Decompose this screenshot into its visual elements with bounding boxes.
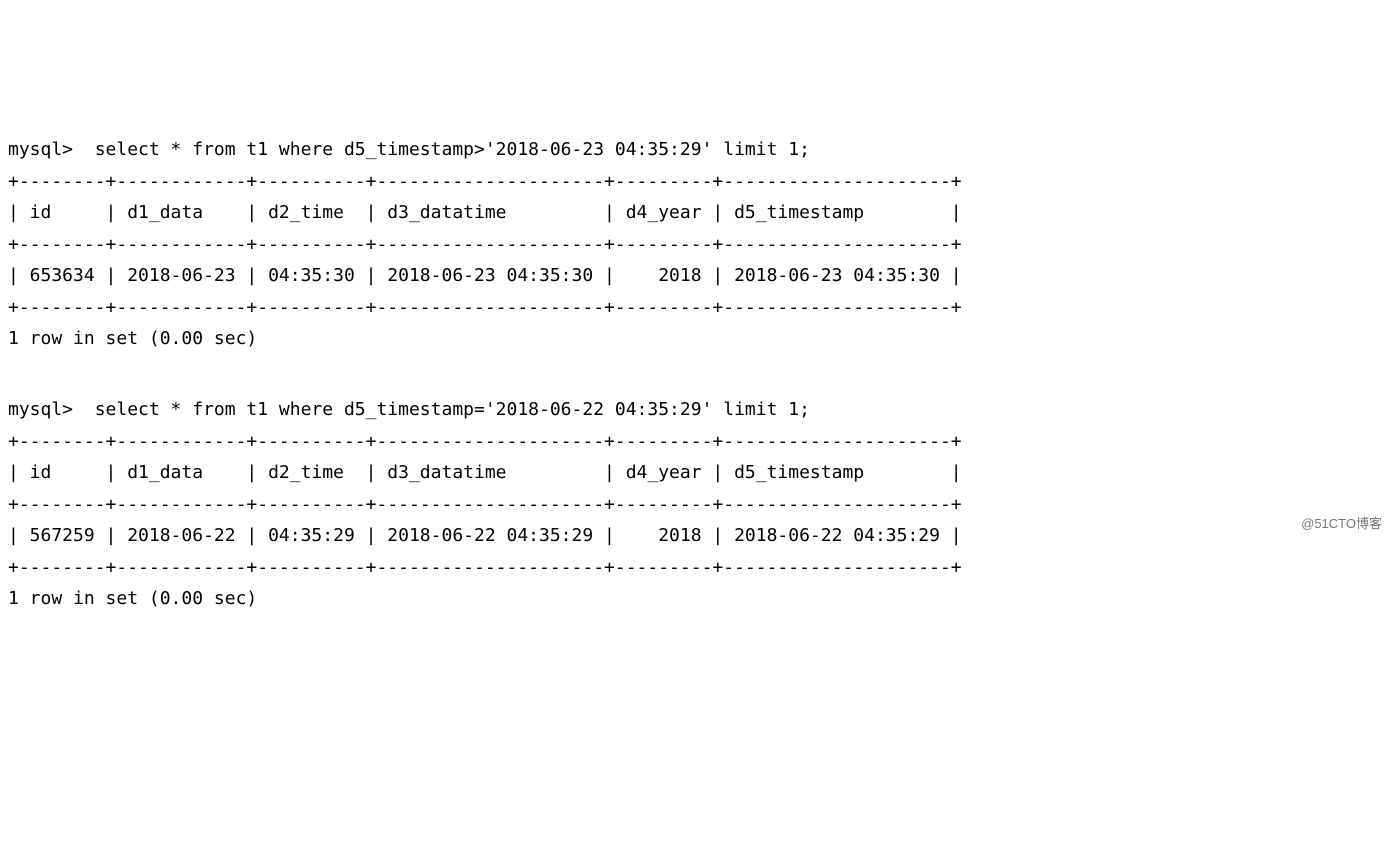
table-header: | id | d1_data | d2_time | d3_datatime |… [8, 457, 1384, 489]
query-block-1: mysql> select * from t1 where d5_timesta… [8, 134, 1384, 355]
query-block-2: mysql> select * from t1 where d5_timesta… [8, 394, 1384, 615]
sql-query: select * from t1 where d5_timestamp='201… [84, 399, 810, 420]
table-row: | 653634 | 2018-06-23 | 04:35:30 | 2018-… [8, 260, 1384, 292]
table-header: | id | d1_data | d2_time | d3_datatime |… [8, 197, 1384, 229]
result-footer: 1 row in set (0.00 sec) [8, 323, 1384, 355]
table-border-mid: +--------+------------+----------+------… [8, 229, 1384, 261]
prompt-line[interactable]: mysql> select * from t1 where d5_timesta… [8, 394, 1384, 426]
sql-query: select * from t1 where d5_timestamp>'201… [84, 139, 810, 160]
table-row: | 567259 | 2018-06-22 | 04:35:29 | 2018-… [8, 520, 1384, 552]
table-border-bottom: +--------+------------+----------+------… [8, 292, 1384, 324]
table-border-top: +--------+------------+----------+------… [8, 166, 1384, 198]
mysql-prompt: mysql> [8, 139, 84, 160]
table-border-bottom: +--------+------------+----------+------… [8, 552, 1384, 584]
result-footer: 1 row in set (0.00 sec) [8, 583, 1384, 615]
watermark-text: @51CTO博客 [1301, 513, 1382, 536]
table-border-mid: +--------+------------+----------+------… [8, 489, 1384, 521]
prompt-line[interactable]: mysql> select * from t1 where d5_timesta… [8, 134, 1384, 166]
table-border-top: +--------+------------+----------+------… [8, 426, 1384, 458]
mysql-prompt: mysql> [8, 399, 84, 420]
